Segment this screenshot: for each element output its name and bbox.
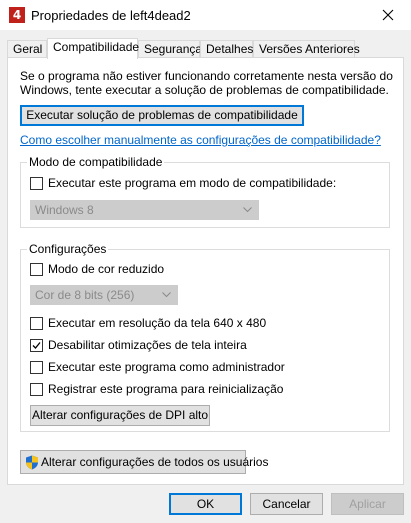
checkmark-icon <box>32 342 41 349</box>
compatibility-panel: Se o programa não estiver funcionando co… <box>7 57 404 485</box>
tab-seguranca[interactable]: Segurança <box>138 40 202 58</box>
close-button[interactable] <box>365 0 411 30</box>
title-bar: 4 Propriedades de left4dead2 <box>0 0 411 30</box>
checkbox-box[interactable] <box>30 177 43 190</box>
all-users-button[interactable]: Alterar configurações de todos os usuári… <box>20 450 268 474</box>
compat-mode-group: Modo de compatibilidade Executar este pr… <box>20 155 390 228</box>
resolution-640-checkbox[interactable]: Executar em resolução da tela 640 x 480 <box>30 316 330 332</box>
chevron-down-icon <box>243 207 252 213</box>
register-restart-checkbox[interactable]: Registrar este programa para reinicializ… <box>30 382 330 398</box>
run-as-admin-checkbox[interactable]: Executar este programa como administrado… <box>30 360 330 376</box>
ok-button[interactable]: OK <box>169 493 242 515</box>
troubleshoot-button[interactable]: Executar solução de problemas de compati… <box>20 105 304 126</box>
checkbox-box-checked[interactable] <box>30 339 43 352</box>
cancel-button[interactable]: Cancelar <box>250 493 323 515</box>
left4dead-icon: 4 <box>9 7 25 23</box>
intro-text: Se o programa não estiver funcionando co… <box>20 69 393 97</box>
settings-label: Configurações <box>27 242 109 256</box>
checkbox-label: Executar este programa como administrado… <box>48 360 285 374</box>
tab-detalhes[interactable]: Detalhes <box>200 40 253 58</box>
checkbox-label: Executar este programa em modo de compat… <box>48 176 337 190</box>
window-title: Propriedades de left4dead2 <box>31 8 191 23</box>
disable-fullscreen-opt-checkbox[interactable]: Desabilitar otimizações de tela inteira <box>30 338 330 354</box>
tab-compatibilidade[interactable]: Compatibilidade <box>47 38 139 59</box>
close-icon <box>382 9 394 21</box>
all-users-label: Alterar configurações de todos os usuári… <box>41 455 269 469</box>
checkbox-label: Registrar este programa para reinicializ… <box>48 382 284 396</box>
tab-versoes-anteriores[interactable]: Versões Anteriores <box>253 40 360 58</box>
os-select: Windows 8 <box>30 200 259 220</box>
run-in-compat-mode-checkbox[interactable]: Executar este programa em modo de compat… <box>30 176 336 192</box>
checkbox-label: Desabilitar otimizações de tela inteira <box>48 338 247 352</box>
tab-strip: Geral Compatibilidade Segurança Detalhes… <box>0 38 411 59</box>
chevron-down-icon <box>162 292 171 298</box>
manual-settings-link[interactable]: Como escolher manualmente as configuraçõ… <box>20 133 381 147</box>
reduced-color-checkbox[interactable]: Modo de cor reduzido <box>30 262 230 278</box>
checkbox-label: Modo de cor reduzido <box>48 262 165 276</box>
compat-mode-label: Modo de compatibilidade <box>27 155 165 169</box>
checkbox-label: Executar em resolução da tela 640 x 480 <box>48 316 267 330</box>
color-depth-value: Cor de 8 bits (256) <box>35 288 135 302</box>
high-dpi-button[interactable]: Alterar configurações de DPI alto <box>30 405 210 426</box>
apply-button[interactable]: Aplicar <box>331 493 404 515</box>
uac-shield-icon <box>26 455 38 470</box>
checkbox-box[interactable] <box>30 361 43 374</box>
tab-geral[interactable]: Geral <box>7 40 47 58</box>
color-depth-select: Cor de 8 bits (256) <box>30 285 178 305</box>
settings-group: Configurações Modo de cor reduzido Cor d… <box>20 242 390 432</box>
checkbox-box[interactable] <box>30 263 43 276</box>
checkbox-box[interactable] <box>30 317 43 330</box>
os-select-value: Windows 8 <box>35 203 94 217</box>
checkbox-box[interactable] <box>30 383 43 396</box>
